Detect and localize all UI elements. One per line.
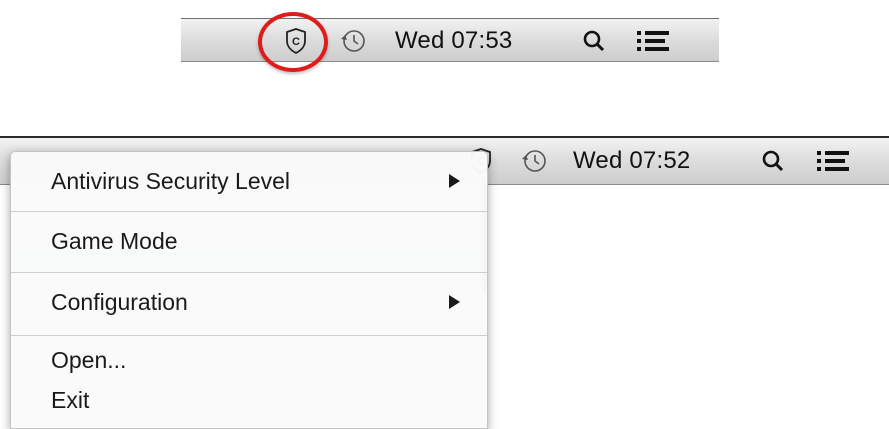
menu-item-exit[interactable]: Exit bbox=[11, 380, 487, 420]
submenu-arrow-icon bbox=[449, 174, 460, 188]
comodo-dropdown-menu: Antivirus Security Level Game Mode Confi… bbox=[10, 151, 488, 429]
notification-list-icon[interactable] bbox=[635, 27, 671, 55]
time-machine-icon[interactable] bbox=[337, 27, 369, 55]
submenu-arrow-icon bbox=[449, 295, 460, 309]
menu-item-label: Antivirus Security Level bbox=[51, 167, 291, 194]
spotlight-search-icon[interactable] bbox=[759, 147, 787, 175]
menubar-clock[interactable]: Wed 07:53 bbox=[395, 26, 512, 56]
menu-item-label: Game Mode bbox=[51, 227, 178, 254]
spotlight-search-icon[interactable] bbox=[580, 27, 608, 55]
menu-item-label: Open... bbox=[51, 346, 127, 373]
menubar-clock[interactable]: Wed 07:52 bbox=[573, 146, 690, 176]
menu-separator bbox=[11, 335, 487, 336]
notification-list-icon[interactable] bbox=[815, 147, 851, 175]
menu-item-antivirus-security-level[interactable]: Antivirus Security Level bbox=[11, 152, 487, 210]
menu-item-configuration[interactable]: Configuration bbox=[11, 273, 487, 331]
time-machine-icon[interactable] bbox=[518, 146, 550, 176]
menu-item-label: Exit bbox=[51, 386, 90, 413]
highlight-circle bbox=[258, 12, 328, 72]
menu-item-game-mode[interactable]: Game Mode bbox=[11, 212, 487, 270]
menu-item-label: Configuration bbox=[51, 288, 188, 315]
menu-item-open[interactable]: Open... bbox=[11, 340, 487, 380]
